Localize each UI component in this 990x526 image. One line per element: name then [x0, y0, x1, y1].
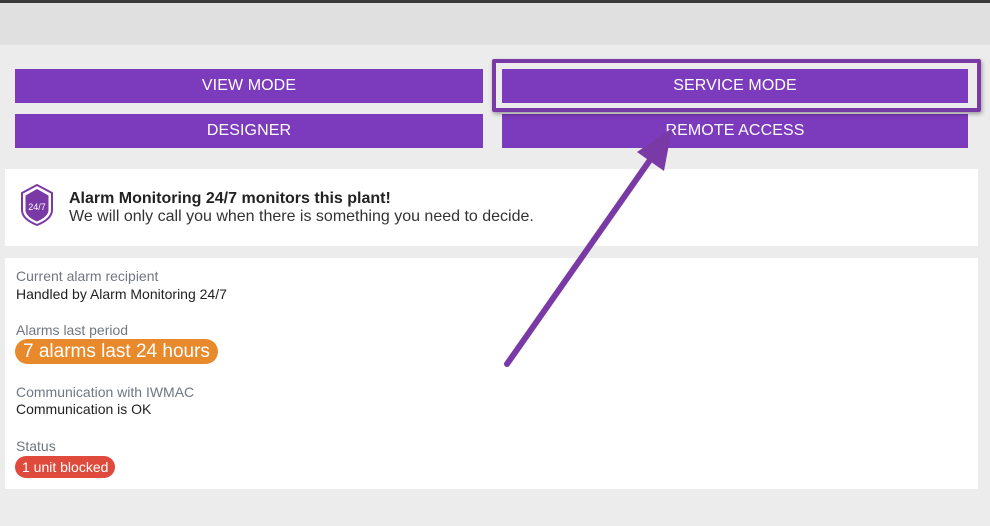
status-badge[interactable]: 1 unit blocked [15, 456, 116, 478]
top-toolbar [0, 3, 990, 45]
banner-subtitle: We will only call you when there is some… [69, 208, 534, 225]
alarm-recipient-label: Current alarm recipient [16, 268, 159, 284]
alarm-recipient-value: Handled by Alarm Monitoring 24/7 [16, 286, 227, 302]
status-panel: Current alarm recipient Handled by Alarm… [5, 258, 978, 489]
alarm-monitoring-banner: 24/7 Alarm Monitoring 24/7 monitors this… [5, 169, 978, 246]
status-label: Status [16, 438, 56, 454]
communication-value: Communication is OK [16, 401, 152, 417]
view-mode-button[interactable]: VIEW MODE [15, 69, 483, 103]
designer-button[interactable]: DESIGNER [15, 114, 483, 148]
service-mode-button[interactable]: SERVICE MODE [502, 69, 968, 103]
alarms-count-badge[interactable]: 7 alarms last 24 hours [15, 339, 218, 364]
shield-247-icon: 24/7 [21, 183, 53, 227]
remote-access-button[interactable]: REMOTE ACCESS [502, 114, 968, 148]
svg-text:24/7: 24/7 [28, 202, 46, 212]
banner-title: Alarm Monitoring 24/7 monitors this plan… [69, 190, 391, 207]
alarms-period-label: Alarms last period [16, 322, 129, 338]
communication-label: Communication with IWMAC [16, 384, 195, 400]
